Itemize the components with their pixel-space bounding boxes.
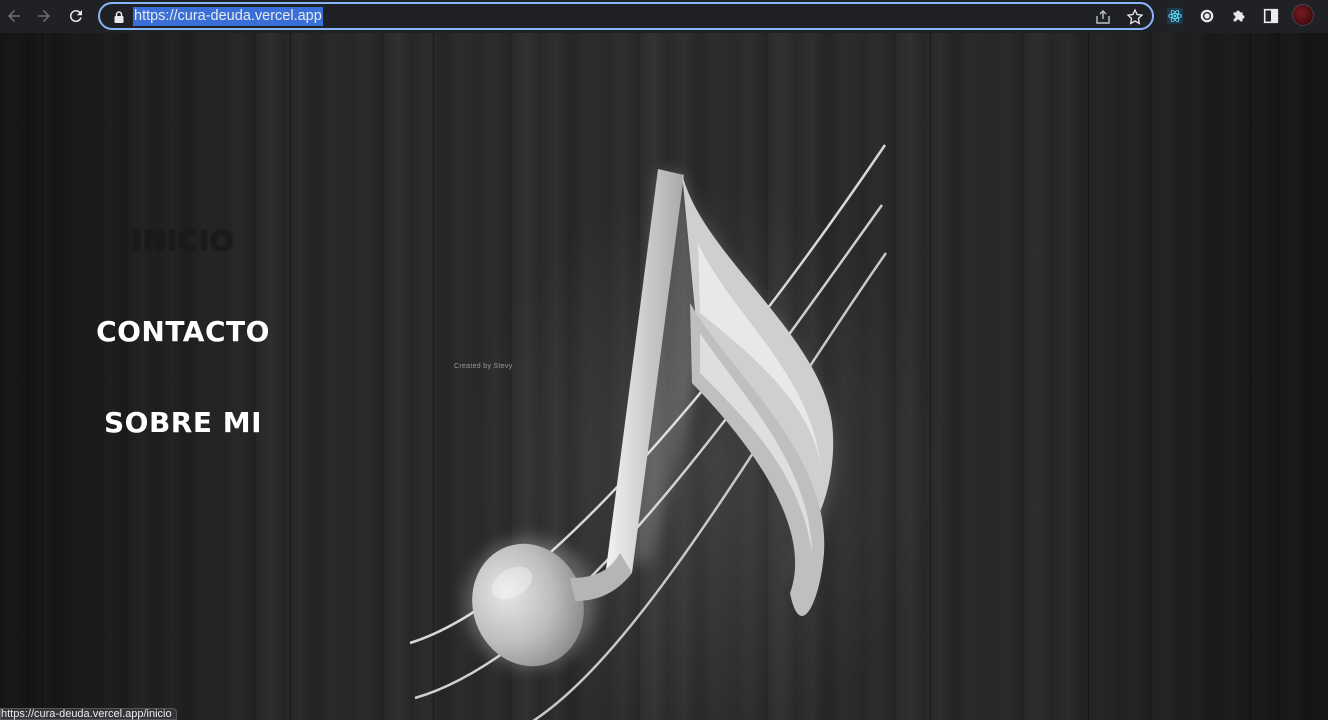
nav-link-sobre-mi[interactable]: SOBRE MI xyxy=(0,406,366,439)
nav-link-inicio[interactable]: INICIO xyxy=(0,224,366,257)
wood-plank-divider xyxy=(42,33,43,720)
reload-icon[interactable] xyxy=(64,5,88,27)
nav-link-contacto[interactable]: CONTACTO xyxy=(0,315,366,348)
forward-icon[interactable] xyxy=(32,5,56,27)
side-panel-icon[interactable] xyxy=(1261,6,1281,26)
wood-plank-divider xyxy=(1250,33,1251,720)
page-viewport: INICIO CONTACTO SOBRE MI Created by Stev… xyxy=(0,33,1328,720)
extension-icon[interactable] xyxy=(1197,6,1217,26)
puzzle-icon[interactable] xyxy=(1229,6,1249,26)
status-bubble-link: https://cura-deuda.vercel.app/inicio xyxy=(0,708,177,720)
react-devtools-icon[interactable] xyxy=(1165,6,1185,26)
music-note-icon xyxy=(409,144,888,720)
lock-icon[interactable] xyxy=(112,9,126,23)
wood-plank-divider xyxy=(290,33,291,720)
wood-plank-divider xyxy=(1088,33,1089,720)
share-icon[interactable] xyxy=(1094,8,1112,26)
address-bar[interactable]: https://cura-deuda.vercel.app xyxy=(98,2,1154,30)
star-icon[interactable] xyxy=(1126,8,1144,26)
browser-toolbar: https://cura-deuda.vercel.app xyxy=(0,0,1328,33)
url-text[interactable]: https://cura-deuda.vercel.app xyxy=(133,7,323,26)
back-icon[interactable] xyxy=(2,5,26,27)
profile-avatar[interactable] xyxy=(1292,4,1314,26)
